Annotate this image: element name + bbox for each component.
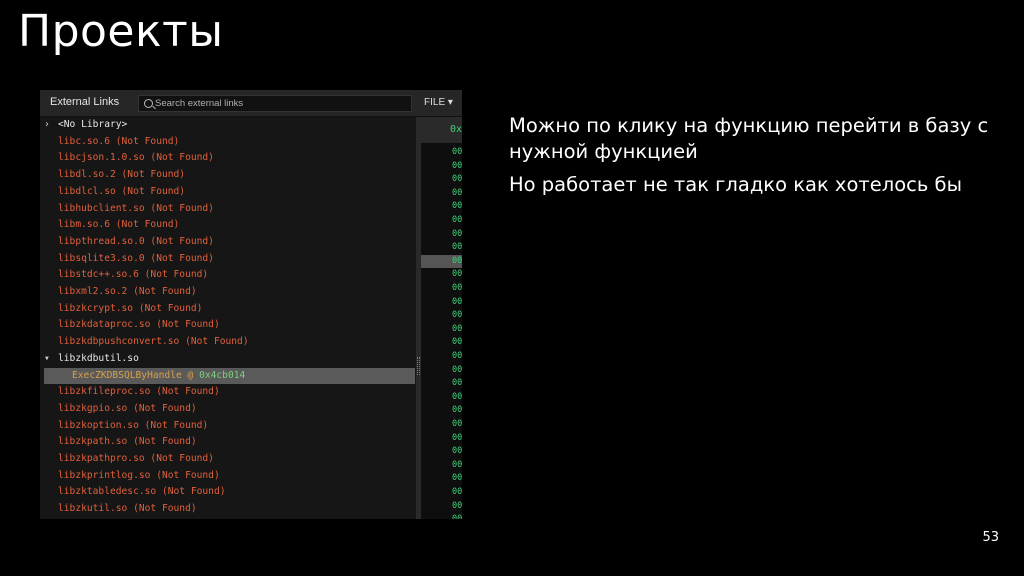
external-links-panel: External Links FILE ▾ ›<No Library> libc.… [40,90,462,519]
hex-cell[interactable]: 00 [452,364,462,377]
tree-item[interactable]: libcjson.1.0.so (Not Found) [44,150,214,166]
hex-cell[interactable]: 00 [452,268,462,281]
tree-item[interactable]: libhubclient.so (Not Found) [44,201,214,217]
chevron-down-icon[interactable]: ▾ [44,351,58,367]
hex-cell[interactable]: 00 [452,323,462,336]
hex-cell[interactable]: 00 [452,445,462,458]
tree-item-label: libzktabledesc.so (Not Found) [58,486,226,498]
tree-item[interactable]: libzkcrypt.so (Not Found) [44,301,202,317]
tree-item-label: libzkpathpro.so (Not Found) [58,453,214,464]
hex-view: 0x 00 00 00 00 00 00 00 00 00 00 00 00 00 00 00 00 00 00 0… [421,117,462,519]
tree-item-label: libhubclient.so (Not Found) [58,202,214,214]
hex-cell[interactable]: 00 [452,200,462,213]
slide-title: Проекты [18,6,224,57]
tree-item-label: libzkcrypt.so (Not Found) [58,302,203,314]
tree-item[interactable]: libzktabledesc.so (Not Found) [44,484,226,500]
tree-item[interactable]: libstdc++.so.6 (Not Found) [44,267,208,283]
tree-item[interactable]: libdlcl.so (Not Found) [44,184,185,200]
tree-item[interactable]: libzkdbpushconvert.so (Not Found) [44,334,249,350]
tree-item[interactable]: libzkpathpro.so (Not Found) [44,451,214,467]
hex-cell[interactable]: 00 [452,391,462,404]
tree-item[interactable]: libzkutil.so (Not Found) [44,501,197,517]
hex-cell[interactable]: 00 [452,404,462,417]
tree-item[interactable]: libc.so.6 (Not Found) [44,134,179,150]
hex-cell[interactable]: 00 [452,296,462,309]
tree-item-label: libzkprintlog.so (Not Found) [58,469,220,481]
tree-item-label: libzkdbpushconvert.so (Not Found) [58,336,249,348]
tree-item[interactable]: libxml2.so.2 (Not Found) [44,284,197,300]
tree-item[interactable]: libzkgpio.so (Not Found) [44,401,197,417]
tree-item-label: libc.so.6 (Not Found) [58,135,180,147]
tree-item-label: libzkdbutil.so [58,352,139,364]
tree-item[interactable]: libm.so.6 (Not Found) [44,217,179,233]
hex-cell[interactable]: 00 [452,173,462,186]
tree-item[interactable]: › <No Library> [44,117,127,133]
search-box[interactable] [138,95,412,112]
tree-item-label: libm.so.6 (Not Found) [58,219,180,231]
tree-item[interactable]: libpthread.so.0 (Not Found) [44,234,214,250]
hex-cell[interactable]: 00 [452,513,462,519]
hex-cell[interactable]: 00 [452,336,462,349]
hex-cell[interactable]: 00 [452,472,462,485]
library-tree: › <No Library> libc.so.6 (Not Found) libcjs… [40,117,416,519]
tree-item-label: ExecZKDBSQLByHandle @ [72,369,200,381]
hex-cell[interactable]: 00 [452,432,462,445]
hex-cell[interactable]: 00 [452,350,462,363]
tree-item[interactable]: libzkfileproc.so (Not Found) [44,384,220,400]
tree-item-label: libzkdataproc.so (Not Found) [58,319,220,331]
bullet-item: Но работает не так гладко как хотелось б… [509,173,962,196]
bullet-item: Можно по клику на функцию перейти в базу… [509,114,989,163]
hex-cell[interactable]: 00 [452,241,462,254]
hex-cell[interactable]: 00 [452,214,462,227]
tree-item-label: libcjson.1.0.so (Not Found) [58,152,214,164]
tree-item-selected[interactable]: ExecZKDBSQLByHandle @ 0x4cb014 [44,367,415,384]
tree-item-label: libpthread.so.0 (Not Found) [58,235,214,247]
tree-item[interactable]: ▾ libzkdbutil.so [44,351,139,367]
tree-item[interactable]: libzkoption.so (Not Found) [44,418,208,434]
hex-cell[interactable]: 00 [452,418,462,431]
tree-item[interactable]: libdl.so.2 (Not Found) [44,167,185,183]
hex-cell[interactable]: 00 [452,146,462,159]
tree-item-label: libsqlite3.so.0 (Not Found) [58,252,214,264]
tree-item-label: libzkgpio.so (Not Found) [58,402,197,414]
hex-cell[interactable]: 00 [452,160,462,173]
tree-item-label: <No Library> [58,119,128,130]
hex-cell[interactable]: 00 [452,255,462,268]
page-number: 53 [982,530,999,545]
file-menu[interactable]: FILE ▾ [424,97,453,108]
hex-cell[interactable]: 00 [452,282,462,295]
bullet-list: Можно по клику на функцию перейти в базу… [509,113,1009,205]
tree-item[interactable]: libzkprintlog.so (Not Found) [44,468,220,484]
function-address: 0x4cb014 [199,369,246,381]
tree-item-label: libstdc++.so.6 (Not Found) [58,269,209,281]
search-input[interactable] [155,96,405,111]
tree-item-label: libdl.so.2 (Not Found) [58,169,186,181]
chevron-right-icon[interactable]: › [44,117,58,133]
hex-cell[interactable]: 00 [452,309,462,322]
tree-item[interactable]: libsqlite3.so.0 (Not Found) [44,251,214,267]
panel-header: External Links FILE ▾ [40,90,462,117]
tree-item-label: libdlcl.so (Not Found) [58,185,186,197]
tree-item[interactable]: libzkdataproc.so (Not Found) [44,317,220,333]
panel-title: External Links [50,96,120,108]
tree-item-label: libxml2.so.2 (Not Found) [58,286,197,297]
splitter-grip-icon[interactable] [417,357,420,375]
tree-item-label: libzkutil.so (Not Found) [58,503,197,515]
hex-cell[interactable]: 00 [452,377,462,390]
tree-item[interactable]: libzkpath.so (Not Found) [44,434,197,450]
hex-cell[interactable]: 00 [452,187,462,200]
hex-cell[interactable]: 00 [452,459,462,472]
search-icon [144,99,153,108]
hex-cell[interactable]: 00 [452,500,462,513]
tree-item-label: libzkoption.so (Not Found) [58,419,209,431]
hex-cell[interactable]: 00 [452,228,462,241]
hex-cell[interactable]: 00 [452,486,462,499]
tree-item-label: libzkfileproc.so (Not Found) [58,386,220,398]
tree-item-label: libzkpath.so (Not Found) [58,436,197,448]
hex-header: 0x [421,117,462,143]
